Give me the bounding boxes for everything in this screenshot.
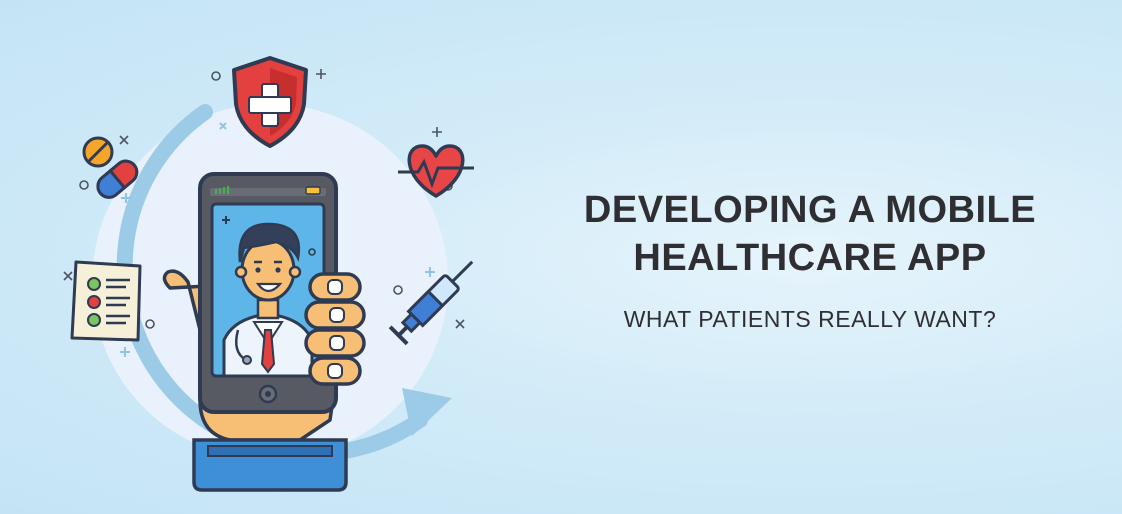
checklist-icon xyxy=(70,260,142,342)
headline: DEVELOPING A MOBILE HEALTHCARE APP WHAT … xyxy=(500,186,1120,333)
healthcare-illustration xyxy=(63,56,474,492)
headline-line-2: HEALTHCARE APP xyxy=(633,237,987,279)
pill-icon xyxy=(82,136,114,168)
healthcare-app-banner: DEVELOPING A MOBILE HEALTHCARE APP WHAT … xyxy=(0,0,1122,514)
fingers-icon xyxy=(304,272,366,386)
headline-line-1: DEVELOPING A MOBILE xyxy=(583,189,1037,231)
headline-subtitle: WHAT PATIENTS REALLY WANT? xyxy=(623,306,997,332)
